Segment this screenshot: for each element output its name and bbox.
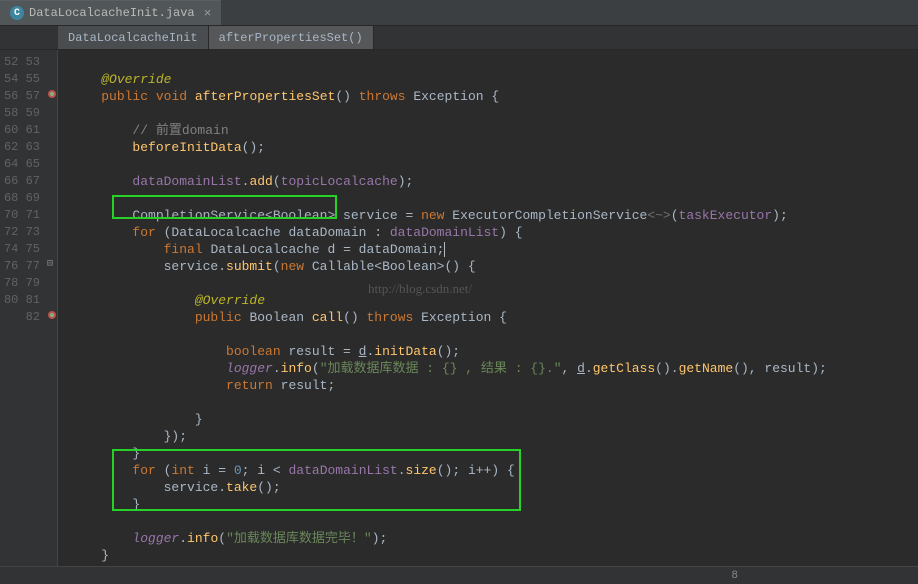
code-area[interactable]: @Override public void afterPropertiesSet…	[58, 50, 918, 584]
file-tab-bar: C DataLocalcacheInit.java ×	[0, 0, 918, 26]
override-marker-icon[interactable]	[47, 309, 57, 319]
line-number-gutter: 52 53 54 55 56 57 58 59 60 61 62 63 64 6…	[0, 50, 46, 584]
close-icon[interactable]: ×	[204, 6, 212, 21]
highlight-box	[112, 449, 521, 511]
file-tab-label: DataLocalcacheInit.java	[29, 6, 195, 20]
status-bar: 8	[0, 566, 918, 584]
fold-icon[interactable]: ⊟	[47, 258, 57, 268]
status-indicator: 8	[731, 570, 738, 582]
java-class-icon: C	[10, 6, 24, 20]
marker-gutter: ⊟	[46, 50, 58, 584]
breadcrumb-method[interactable]: afterPropertiesSet()	[209, 26, 374, 49]
highlight-box	[112, 195, 337, 219]
override-marker-icon[interactable]	[47, 88, 57, 98]
file-tab[interactable]: C DataLocalcacheInit.java ×	[0, 0, 221, 25]
code-editor[interactable]: 52 53 54 55 56 57 58 59 60 61 62 63 64 6…	[0, 50, 918, 584]
breadcrumb: DataLocalcacheInit afterPropertiesSet()	[0, 26, 918, 50]
breadcrumb-class[interactable]: DataLocalcacheInit	[58, 26, 209, 49]
watermark: http://blog.csdn.net/	[368, 280, 472, 297]
